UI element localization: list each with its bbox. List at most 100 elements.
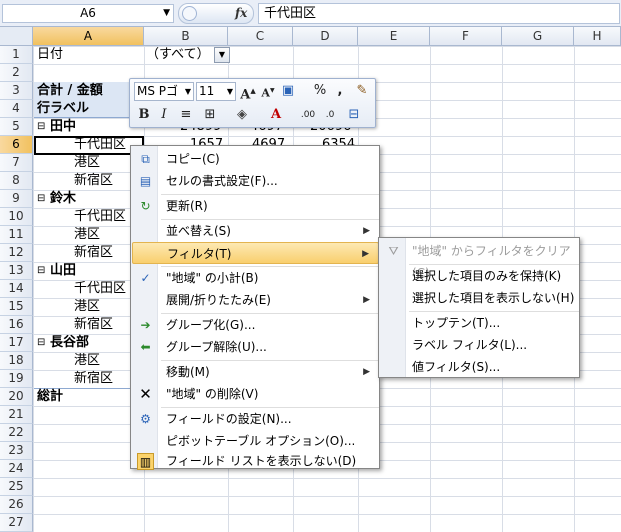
row-header[interactable]: 27 [0,514,33,532]
values-header[interactable]: 合計 / 金額 [37,82,103,100]
report-filter-label[interactable]: 日付 [37,46,63,64]
menu-item-filter[interactable]: フィルタ(T) ▶ [132,242,379,264]
group-label[interactable]: 山田 [50,262,76,280]
item-label[interactable]: 千代田区 [74,208,126,226]
menu-item-remove-field[interactable]: ✕ "地域" の削除(V) [132,383,379,405]
select-all-corner[interactable] [0,27,33,46]
comma-icon[interactable]: , [330,81,350,101]
menu-item-sort[interactable]: 並べ替え(S) ▶ [132,220,379,242]
row-header[interactable]: 4 [0,100,33,118]
collapse-icon[interactable]: ⊟ [37,334,45,352]
menu-item-hide-field-list[interactable]: ▥ フィールド リストを表示しない(D) [132,452,379,470]
menu-item-group[interactable]: ➔ グループ化(G)... [132,314,379,336]
font-name-box[interactable]: MS Pゴ ▼ [134,82,194,101]
row-header[interactable]: 22 [0,424,33,442]
row-header[interactable]: 7 [0,154,33,172]
borders-icon[interactable]: ⊞ [200,105,220,125]
menu-item-refresh[interactable]: ↻ 更新(R) [132,195,379,217]
item-label[interactable]: 港区 [74,298,100,316]
column-header-d[interactable]: D [293,27,358,46]
item-label[interactable]: 港区 [74,352,100,370]
number-format-icon[interactable]: ▣ [278,81,298,101]
collapse-icon[interactable]: ⊟ [37,190,45,208]
item-label[interactable]: 港区 [74,226,100,244]
row-header[interactable]: 5 [0,118,33,136]
row-header[interactable]: 11 [0,226,33,244]
font-size-box[interactable]: 11 ▼ [196,82,236,101]
menu-item-expand-collapse[interactable]: 展開/折りたたみ(E) ▶ [132,289,379,311]
italic-icon[interactable]: I [154,105,174,125]
row-header[interactable]: 24 [0,460,33,478]
format-painter-icon[interactable]: ✎ [352,81,372,101]
shrink-font-icon[interactable]: A▼ [258,81,278,101]
row-header[interactable]: 9 [0,190,33,208]
row-header[interactable]: 18 [0,352,33,370]
menu-item-pivot-options[interactable]: ピボットテーブル オプション(O)... [132,430,379,452]
name-box-dropdown-icon[interactable]: ▼ [163,5,170,22]
submenu-value-filter[interactable]: 値フィルタ(S)... [380,356,579,378]
column-header-f[interactable]: F [430,27,502,46]
row-header[interactable]: 1 [0,46,33,64]
merge-center-icon[interactable]: ⊟ [344,105,364,125]
column-header-b[interactable]: B [144,27,228,46]
active-cell-a6[interactable] [34,136,144,155]
report-filter-value[interactable]: （すべて） [146,46,210,64]
fill-color-icon[interactable]: ◈ [232,105,252,125]
group-label[interactable]: 鈴木 [50,190,76,208]
row-header[interactable]: 26 [0,496,33,514]
formula-resize-handle[interactable] [182,6,197,21]
row-header[interactable]: 20 [0,388,33,406]
percent-icon[interactable]: % [310,81,330,101]
item-label[interactable]: 港区 [74,154,100,172]
item-label[interactable]: 新宿区 [74,244,113,262]
row-header[interactable]: 8 [0,172,33,190]
row-header[interactable]: 17 [0,334,33,352]
grand-total-label[interactable]: 総計 [37,388,63,406]
row-header[interactable]: 15 [0,298,33,316]
decrease-decimal-icon[interactable]: .0 [320,105,340,125]
column-header-e[interactable]: E [358,27,430,46]
row-header[interactable]: 14 [0,280,33,298]
collapse-icon[interactable]: ⊟ [37,118,45,136]
menu-item-format-cells[interactable]: ▤ セルの書式設定(F)... [132,170,379,192]
group-label[interactable]: 長谷部 [50,334,89,352]
bold-icon[interactable]: B [134,105,154,125]
menu-item-field-settings[interactable]: ⚙ フィールドの設定(N)... [132,408,379,430]
row-header[interactable]: 12 [0,244,33,262]
align-center-icon[interactable]: ≡ [176,105,196,125]
submenu-hide-selected[interactable]: 選択した項目を表示しない(H) [380,287,579,309]
name-box[interactable]: A6 ▼ [2,4,174,23]
item-label[interactable]: 新宿区 [74,172,113,190]
menu-item-copy[interactable]: ⧉ コピー(C) [132,148,379,170]
increase-decimal-icon[interactable]: .00 [298,105,318,125]
insert-function-icon[interactable]: fx [235,6,247,20]
collapse-icon[interactable]: ⊟ [37,262,45,280]
column-header-c[interactable]: C [228,27,293,46]
menu-item-move[interactable]: 移動(M) ▶ [132,361,379,383]
submenu-keep-only-selected[interactable]: 選択した項目のみを保持(K) [380,265,579,287]
menu-item-ungroup[interactable]: ⬅ グループ解除(U)... [132,336,379,358]
grow-font-icon[interactable]: A▲ [238,81,258,102]
row-header[interactable]: 25 [0,478,33,496]
submenu-label-filter[interactable]: ラベル フィルタ(L)... [380,334,579,356]
row-header[interactable]: 23 [0,442,33,460]
row-header[interactable]: 21 [0,406,33,424]
row-header[interactable]: 19 [0,370,33,388]
group-label[interactable]: 田中 [50,118,76,136]
row-header[interactable]: 10 [0,208,33,226]
item-label[interactable]: 千代田区 [74,280,126,298]
submenu-top-ten[interactable]: トップテン(T)... [380,312,579,334]
row-labels-header[interactable]: 行ラベル [37,100,89,118]
row-header-selected[interactable]: 6 [0,136,33,154]
submenu-clear-filter[interactable]: ⛛ "地域" からフィルタをクリア(C) [380,240,579,280]
font-color-icon[interactable]: A [266,105,286,125]
column-header-g[interactable]: G [502,27,574,46]
item-label[interactable]: 新宿区 [74,316,113,334]
formula-input[interactable]: 千代田区 [258,3,620,24]
row-header[interactable]: 13 [0,262,33,280]
menu-item-subtotal[interactable]: ✓ "地域" の小計(B) [132,267,379,289]
row-header[interactable]: 16 [0,316,33,334]
column-header-h[interactable]: H [574,27,621,46]
column-header-a[interactable]: A [33,27,144,46]
filter-dropdown-button[interactable]: ▼ [214,47,230,63]
